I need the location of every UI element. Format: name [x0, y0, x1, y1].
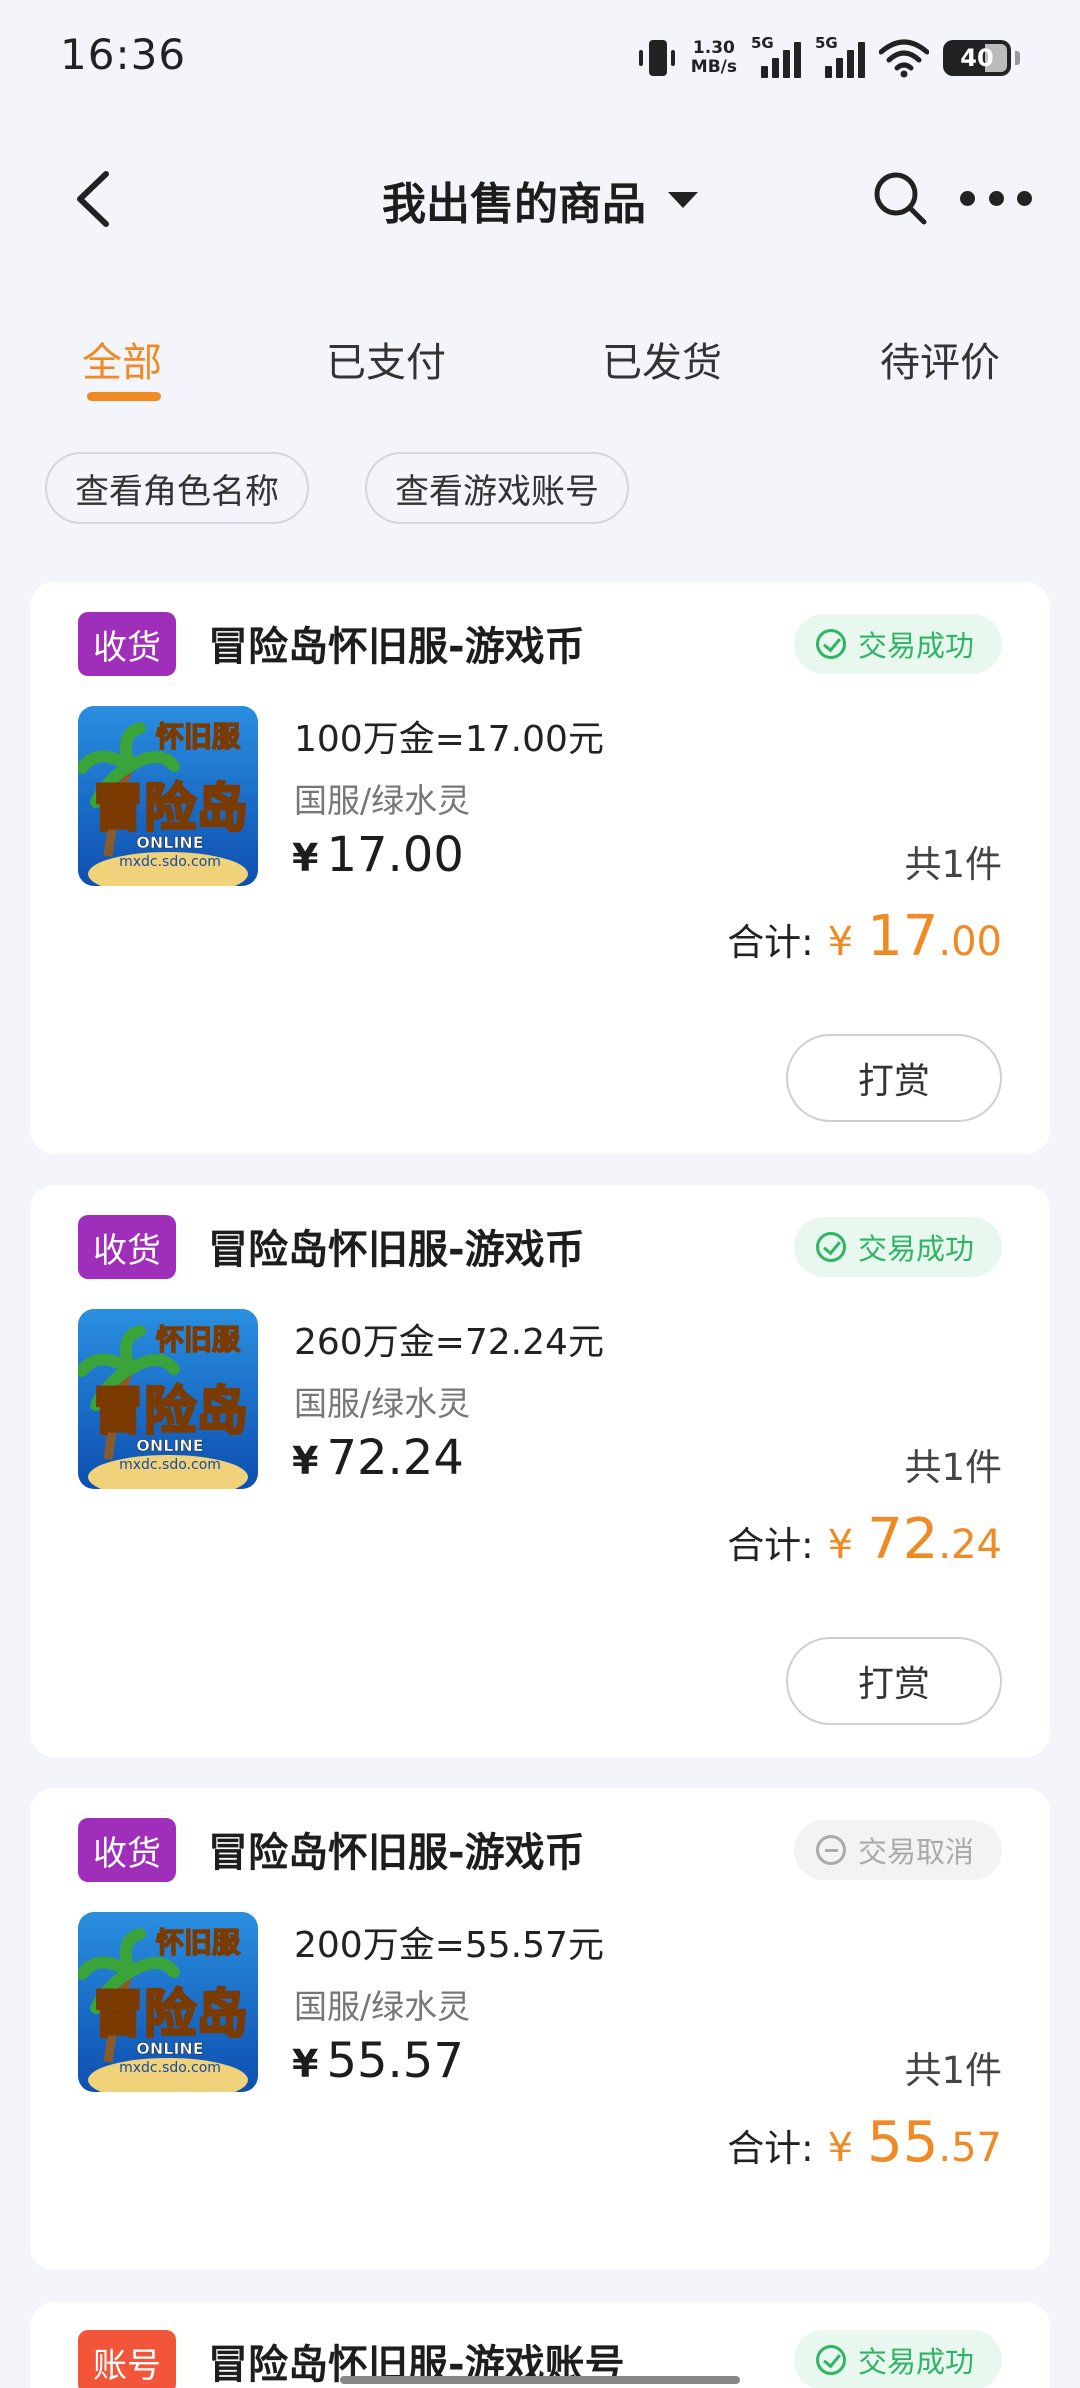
logo-top-text: 怀旧服 [156, 720, 241, 753]
logo-sub-text: ONLINE [136, 2039, 203, 2058]
order-total: 合计: ¥ 72 .24 [727, 1507, 1002, 1572]
order-card[interactable]: 收货 冒险岛怀旧服-游戏币 交易取消 怀旧服 冒险岛 ONLINE mxdc.s… [30, 1788, 1050, 2270]
total-decimal: .00 [938, 919, 1002, 965]
total-decimal: .24 [938, 1522, 1002, 1568]
total-integer: 55 [867, 2110, 939, 2175]
product-description: 260万金=72.24元 [294, 1322, 604, 1363]
order-type-tag: 收货 [78, 1818, 176, 1882]
logo-url-text: mxdc.sdo.com [119, 854, 221, 870]
home-indicator[interactable] [340, 2376, 740, 2384]
total-label: 合计: [727, 921, 814, 964]
total-currency: ¥ [827, 919, 854, 965]
status-badge: 交易成功 [793, 1217, 1002, 1277]
order-total: 合计: ¥ 55 .57 [727, 2110, 1002, 2175]
quantity: 共1件 [904, 843, 1002, 886]
view-role-name-button[interactable]: 查看角色名称 [45, 452, 309, 524]
currency-symbol: ¥ [292, 1439, 319, 1483]
minus-circle-icon [815, 1835, 846, 1865]
total-currency: ¥ [827, 2125, 854, 2171]
active-tab-indicator [87, 392, 161, 401]
total-currency: ¥ [827, 1522, 854, 1568]
order-card[interactable]: 收货 冒险岛怀旧服-游戏币 交易成功 怀旧服 冒险岛 ONLINE mxdc.s… [30, 582, 1050, 1154]
battery-level: 40 [960, 44, 994, 72]
order-type-tag: 账号 [78, 2330, 176, 2388]
game-logo-thumbnail: 怀旧服 冒险岛 ONLINE mxdc.sdo.com [78, 1309, 258, 1489]
logo-sub-text: ONLINE [136, 1436, 203, 1455]
unit-price-value: 55.57 [326, 2033, 464, 2089]
product-description: 100万金=17.00元 [294, 719, 604, 760]
order-type-tag: 收货 [78, 612, 176, 676]
more-options-icon[interactable] [960, 178, 1032, 218]
total-integer: 72 [867, 1507, 939, 1572]
status-text: 交易成功 [857, 629, 974, 663]
check-circle-icon [815, 629, 846, 659]
currency-symbol: ¥ [292, 836, 319, 880]
network-speed-unit: MB/s [690, 57, 737, 77]
order-type-tag: 收货 [78, 1215, 176, 1279]
unit-price: ¥ 72.24 [292, 1430, 464, 1486]
status-badge: 交易取消 [793, 1820, 1002, 1880]
total-integer: 17 [867, 904, 939, 969]
quantity: 共1件 [904, 2049, 1002, 2092]
status-text: 交易取消 [857, 1835, 974, 1869]
logo-main-text: 冒险岛 [92, 1985, 248, 2045]
nav-bar: 我出售的商品 [0, 120, 1080, 280]
check-circle-icon [815, 2345, 846, 2375]
status-bar: 16:36 1.30 MB/s 5G 5G 40 [0, 0, 1080, 116]
battery-tip [1015, 51, 1020, 65]
wifi-icon [879, 39, 929, 78]
logo-top-text: 怀旧服 [156, 1926, 241, 1959]
tab-shipped[interactable]: 已发货 [602, 330, 722, 388]
logo-top-text: 怀旧服 [156, 1323, 241, 1356]
network-speed-value: 1.30 [692, 38, 735, 58]
status-icons: 1.30 MB/s 5G 5G 40 [637, 30, 1020, 86]
tab-to-review[interactable]: 待评价 [880, 330, 1000, 388]
search-icon[interactable] [872, 168, 928, 228]
network-speed: 1.30 MB/s [691, 39, 737, 77]
order-total: 合计: ¥ 17 .00 [727, 904, 1002, 969]
order-card[interactable]: 收货 冒险岛怀旧服-游戏币 交易成功 怀旧服 冒险岛 ONLINE mxdc.s… [30, 1185, 1050, 1757]
total-label: 合计: [727, 1524, 814, 1567]
currency-symbol: ¥ [292, 2042, 319, 2086]
reward-button[interactable]: 打赏 [786, 1034, 1002, 1122]
game-logo-thumbnail: 怀旧服 冒险岛 ONLINE mxdc.sdo.com [78, 1912, 258, 2092]
unit-price: ¥ 17.00 [292, 827, 464, 883]
unit-price: ¥ 55.57 [292, 2033, 464, 2089]
product-description: 200万金=55.57元 [294, 1925, 604, 1966]
quantity: 共1件 [904, 1446, 1002, 1489]
status-badge: 交易成功 [793, 614, 1002, 674]
status-time: 16:36 [60, 30, 187, 79]
tab-all[interactable]: 全部 [82, 330, 162, 388]
status-text: 交易成功 [857, 2345, 974, 2379]
reward-button[interactable]: 打赏 [786, 1637, 1002, 1725]
server-info: 国服/绿水灵 [294, 1384, 471, 1423]
logo-url-text: mxdc.sdo.com [119, 2060, 221, 2076]
logo-sub-text: ONLINE [136, 833, 203, 852]
status-badge: 交易成功 [793, 2330, 1002, 2388]
page-title: 我出售的商品 [382, 179, 646, 230]
product-title: 冒险岛怀旧服-游戏币 [208, 1830, 585, 1876]
product-title: 冒险岛怀旧服-游戏币 [208, 1227, 585, 1273]
cellular-signal-icon-2: 5G [815, 34, 865, 80]
vibrate-icon [637, 36, 677, 80]
tab-paid[interactable]: 已支付 [326, 330, 446, 388]
total-decimal: .57 [938, 2125, 1002, 2171]
unit-price-value: 17.00 [326, 827, 464, 883]
battery-icon: 40 [943, 40, 1011, 76]
logo-main-text: 冒险岛 [92, 779, 248, 839]
game-logo-thumbnail: 怀旧服 冒险岛 ONLINE mxdc.sdo.com [78, 706, 258, 886]
order-status-tabs: 全部 已支付 已发货 待评价 [0, 320, 1080, 410]
unit-price-value: 72.24 [326, 1430, 464, 1486]
check-circle-icon [815, 1232, 846, 1262]
view-game-account-button[interactable]: 查看游戏账号 [365, 452, 629, 524]
status-text: 交易成功 [857, 1232, 974, 1266]
cellular-signal-icon: 5G [751, 34, 801, 80]
total-label: 合计: [727, 2127, 814, 2170]
server-info: 国服/绿水灵 [294, 781, 471, 820]
server-info: 国服/绿水灵 [294, 1987, 471, 2026]
caret-down-icon [668, 192, 698, 208]
product-title: 冒险岛怀旧服-游戏币 [208, 624, 585, 670]
logo-url-text: mxdc.sdo.com [119, 1457, 221, 1473]
logo-main-text: 冒险岛 [92, 1382, 248, 1442]
